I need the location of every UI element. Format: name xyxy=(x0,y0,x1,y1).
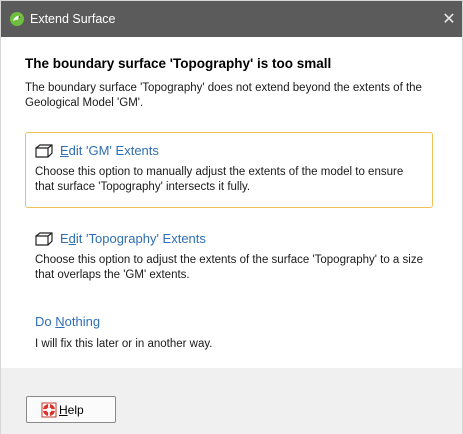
option-edit-gm-extents[interactable]: Edit 'GM' Extents Choose this option to … xyxy=(25,132,433,208)
box-extents-icon xyxy=(35,143,53,158)
extend-surface-dialog: Extend Surface ✕ The boundary surface 'T… xyxy=(0,0,463,434)
dialog-heading: The boundary surface 'Topography' is too… xyxy=(25,56,332,71)
option-description: Choose this option to manually adjust th… xyxy=(35,166,404,193)
option-title: Do Nothing xyxy=(35,314,432,329)
close-icon: ✕ xyxy=(442,11,456,28)
help-label-rest: elp xyxy=(67,402,84,417)
option-do-nothing[interactable]: Do Nothing I will fix this later or in a… xyxy=(25,304,433,356)
close-button[interactable]: ✕ xyxy=(436,1,462,37)
option-title-prefix: Do xyxy=(35,314,56,329)
help-label-underlined: H xyxy=(59,402,68,417)
option-title-underlined: E xyxy=(60,143,69,158)
option-title-underlined: d xyxy=(68,231,76,246)
option-title-rest: othing xyxy=(64,314,101,329)
option-title: Edit 'GM' Extents xyxy=(35,143,432,158)
option-title-prefix: E xyxy=(60,231,69,246)
option-title-underlined: N xyxy=(55,314,65,329)
leapfrog-app-icon xyxy=(10,12,24,26)
dialog-description: The boundary surface 'Topography' does n… xyxy=(25,82,422,109)
option-title-rest: it 'Topography' Extents xyxy=(75,231,206,246)
dialog-footer: Help xyxy=(1,368,462,434)
option-title: Ed it 'Topography' Extents xyxy=(35,231,432,246)
option-description: I will fix this later or in another way. xyxy=(35,338,213,350)
box-extents-icon xyxy=(35,231,53,246)
window-title: Extend Surface xyxy=(30,12,116,26)
title-bar: Extend Surface ✕ xyxy=(1,1,462,37)
help-button[interactable]: Help xyxy=(26,396,116,423)
option-title-rest: dit 'GM' Extents xyxy=(68,143,159,158)
option-edit-topography-extents[interactable]: Ed it 'Topography' Extents Choose this op… xyxy=(25,220,433,292)
lifebuoy-icon xyxy=(41,402,57,417)
option-description: Choose this option to adjust the extents… xyxy=(35,254,423,281)
